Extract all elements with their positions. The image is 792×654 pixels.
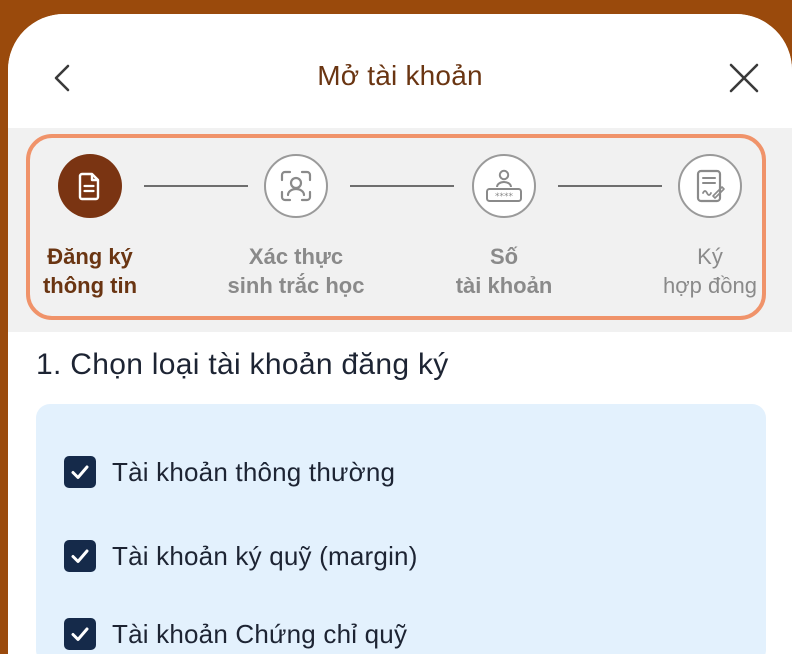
step-connector [558,185,662,187]
header-bar: Mở tài khoản [8,14,792,128]
close-icon [729,63,759,93]
face-scan-icon [280,170,312,202]
page-title: Mở tài khoản [317,60,483,91]
account-number-icon: **** [486,169,522,202]
checkbox-margin-account[interactable] [64,540,96,572]
checkbox-standard-account[interactable] [64,456,96,488]
step-label-register-info: Đăng ký thông tin [42,244,138,298]
option-label: Tài khoản thông thường [112,456,396,487]
checkmark-icon [71,549,89,563]
step-circle-account-number[interactable]: **** [472,154,536,218]
app-screen: Mở tài khoản Đăng ký thông tin Xác thực … [8,14,792,654]
step-circle-biometric[interactable] [264,154,328,218]
step-label-account-number: Số tài khoản [455,244,553,298]
step-connector [144,185,248,187]
option-margin-account[interactable]: Tài khoản ký quỹ (margin) [64,536,418,576]
section-title: 1. Chọn loại tài khoản đăng ký [36,348,449,381]
checkmark-icon [71,627,89,641]
checkmark-icon [71,465,89,479]
close-button[interactable] [726,60,762,96]
contract-sign-icon [696,169,725,203]
account-type-options-panel: Tài khoản thông thường Tài khoản ký quỹ … [36,404,766,654]
option-label: Tài khoản Chứng chỉ quỹ [112,618,408,649]
step-label-sign-contract: Ký hợp đồng [663,244,757,298]
step-circle-register-info[interactable] [58,154,122,218]
step-circle-sign-contract[interactable] [678,154,742,218]
svg-text:****: **** [495,192,514,202]
option-standard-account[interactable]: Tài khoản thông thường [64,452,395,492]
checkbox-fund-certificate-account[interactable] [64,618,96,650]
document-icon [78,172,100,201]
option-label: Tài khoản ký quỹ (margin) [112,540,418,571]
step-label-biometric: Xác thực sinh trắc học [227,244,365,298]
screenshot-frame: Mở tài khoản Đăng ký thông tin Xác thực … [0,0,792,654]
step-connector [350,185,454,187]
option-fund-certificate-account[interactable]: Tài khoản Chứng chỉ quỹ [64,614,407,654]
